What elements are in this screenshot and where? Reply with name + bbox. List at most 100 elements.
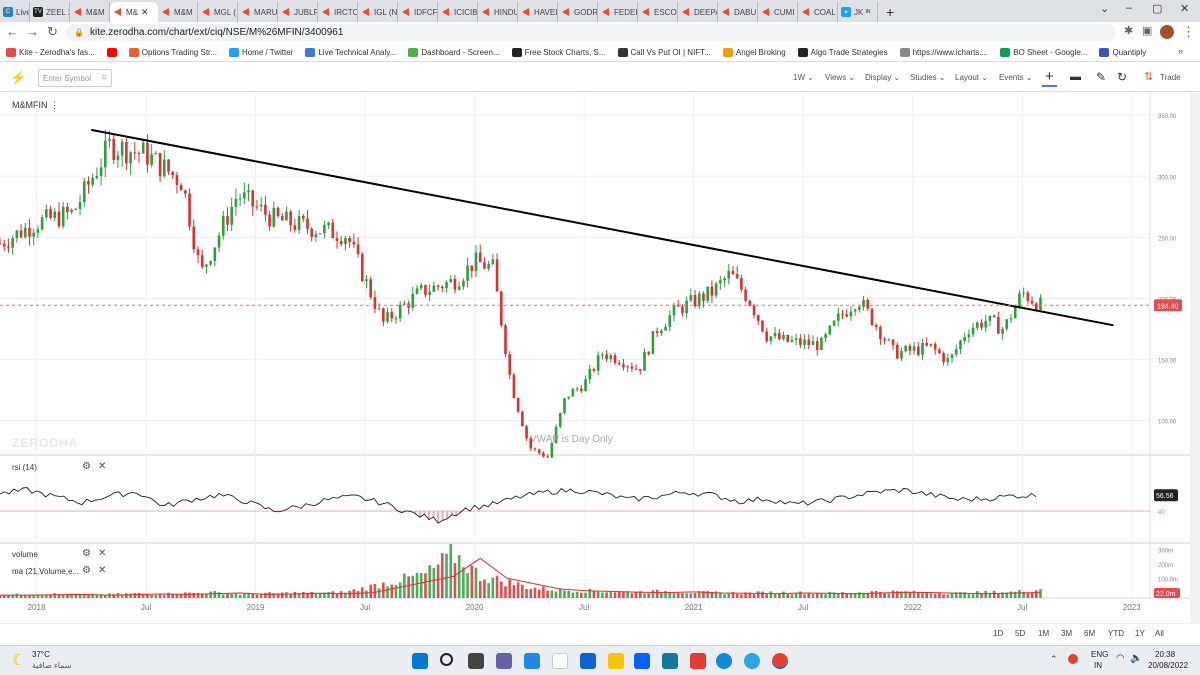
range-1y[interactable]: 1Y [1135,629,1145,638]
bookmark-item[interactable]: Call Vs Put OI | NIFT... [617,47,711,57]
browser-tab[interactable]: MARU [238,2,278,22]
display-menu[interactable]: Display ⌄ [865,73,900,82]
browser-tab[interactable]: M&M [70,2,110,22]
minimize-icon[interactable]: – [1126,2,1132,14]
ma-close-icon[interactable]: ✕ [98,565,106,576]
close-tab-icon[interactable]: ✕ [141,7,149,18]
browser-tab[interactable]: ✦ JK ᴵᴺ [838,2,878,22]
views-menu[interactable]: Views ⌄ [825,73,855,82]
tray-chevron-icon[interactable]: ⌃ [1050,654,1058,665]
forward-icon[interactable]: → [26,24,39,39]
range-1d[interactable]: 1D [993,629,1003,638]
lang-indicator[interactable]: ENG [1091,650,1108,659]
range-1m[interactable]: 1M [1038,629,1049,638]
back-icon[interactable]: ← [6,24,19,39]
new-tab-button[interactable]: + [878,2,902,22]
trade-icon[interactable]: ⇅ [1144,70,1153,83]
layout-menu[interactable]: Layout ⌄ [955,73,988,82]
volume-settings-gear-icon[interactable]: ⚙ [82,548,91,559]
search-taskbar-icon[interactable] [440,653,453,666]
rsi-close-icon[interactable]: ✕ [98,461,106,472]
comment-icon[interactable]: ▬ [1070,71,1081,83]
browser-tab[interactable]: FEDER [598,2,638,22]
app-icon[interactable] [662,653,678,669]
reload-icon[interactable]: ↻ [47,24,58,40]
menu-icon[interactable]: ⋮ [1182,24,1195,40]
bookmark-item[interactable]: https://www.icharts.... [899,47,988,57]
url-field[interactable]: 🔒 kite.zerodha.com/chart/ext/ciq/NSE/M%2… [66,24,1116,41]
browser-tab[interactable]: HINDU [478,2,518,22]
office-icon[interactable] [690,653,706,669]
clock-time[interactable]: 20:38 [1155,650,1175,659]
teams-icon[interactable] [496,653,512,669]
ma-settings-gear-icon[interactable]: ⚙ [82,565,91,576]
browser-tab[interactable]: JUBLF [278,2,318,22]
range-ytd[interactable]: YTD [1108,629,1124,638]
chart-area[interactable]: 2018 Jul 2019 Jul 2020 Jul 2021 Jul 2022 Jul 2023 3… [0,93,1200,623]
browser-tab[interactable]: CUMI [758,2,798,22]
browser-tab[interactable]: IDFCFI [398,2,438,22]
browser-tab[interactable]: IRCTC [318,2,358,22]
extensions-icon[interactable]: ✱ [1124,24,1133,37]
wifi-icon[interactable]: ◠ [1116,653,1125,664]
range-6m[interactable]: 6M [1084,629,1095,638]
bookmark-item[interactable]: Angel Broking [722,47,786,57]
bookmark-item[interactable]: Kite - Zerodha's fas... [6,47,95,57]
widgets-icon[interactable] [524,653,540,669]
draw-pencil-icon[interactable]: ✎ [1096,70,1106,84]
page-scrollbar[interactable] [1190,93,1200,643]
volume-close-icon[interactable]: ✕ [98,548,106,559]
restore-icon[interactable]: ▢ [1152,2,1162,15]
browser-tab[interactable]: M& ✕ [110,2,158,22]
browser-tab[interactable]: GODR [558,2,598,22]
browser-tab[interactable]: DABU [718,2,758,22]
tray-app-icon[interactable] [1068,654,1078,664]
bookmark-item[interactable]: Free Stock Charts, S... [511,47,606,57]
telegram-icon[interactable] [744,653,760,669]
browser-tab[interactable]: DEEPA [678,2,718,22]
bolt-icon[interactable]: ⚡ [10,70,26,86]
browser-tab[interactable]: COAL [798,2,838,22]
chart-svg[interactable]: 2018 Jul 2019 Jul 2020 Jul 2021 Jul 2022 Jul 2023 3… [0,93,1190,623]
dropbox-icon[interactable] [634,653,650,669]
events-menu[interactable]: Events ⌄ [999,73,1032,82]
browser-tab[interactable]: HAVEL [518,2,558,22]
range-5d[interactable]: 5D [1015,629,1025,638]
profile-avatar[interactable] [1160,25,1174,39]
bookmark-item[interactable]: Dashboard - Screen... [408,47,500,57]
store-icon[interactable] [552,653,568,669]
windows-start-icon[interactable] [412,653,428,669]
browser-tab[interactable]: IGL (N [358,2,398,22]
bookmark-item[interactable]: Home / Twitter [228,47,293,57]
browser-tab[interactable]: TV ZEEL 2 [30,2,70,22]
browser-tab[interactable]: MGL ( [198,2,238,22]
side-panel-icon[interactable]: ▣ [1142,24,1152,37]
studies-menu[interactable]: Studies ⌄ [910,73,946,82]
rsi-settings-gear-icon[interactable]: ⚙ [82,461,91,472]
browser-tab[interactable]: ESCOI [638,2,678,22]
file-explorer-icon[interactable] [608,653,624,669]
edge-icon[interactable] [716,653,732,669]
more-bookmarks-icon[interactable]: » [1178,46,1183,56]
bookmark-item[interactable]: Algo Trade Strategies [797,47,888,57]
bookmark-item[interactable]: Quantiply [1099,47,1146,57]
weather-temp[interactable]: 37°C [32,650,50,659]
crosshair-icon[interactable]: + [1042,68,1057,87]
browser-tab[interactable]: CLive Tr [0,2,30,22]
speaker-icon[interactable]: 🔈 [1130,653,1142,664]
tab-search-icon[interactable]: ⌄ [1100,2,1109,15]
browser-tab[interactable]: ICICIB [438,2,478,22]
task-view-icon[interactable] [468,653,484,669]
bookmark-item[interactable] [106,47,117,57]
close-window-icon[interactable]: ✕ [1180,2,1189,15]
mail-icon[interactable] [580,653,596,669]
range-3m[interactable]: 3M [1061,629,1072,638]
chrome-icon[interactable] [772,653,788,669]
symbol-search-input[interactable]: Enter Symbol ○ [38,69,112,87]
reset-icon[interactable]: ↻ [1117,70,1127,84]
range-all[interactable]: All [1155,629,1164,638]
trade-button[interactable]: Trade [1160,73,1181,82]
bookmark-item[interactable]: Live Technical Analy... [305,47,396,57]
browser-tab[interactable]: M&M [158,2,198,22]
bookmark-item[interactable]: BO Sheet - Google... [1000,47,1087,57]
